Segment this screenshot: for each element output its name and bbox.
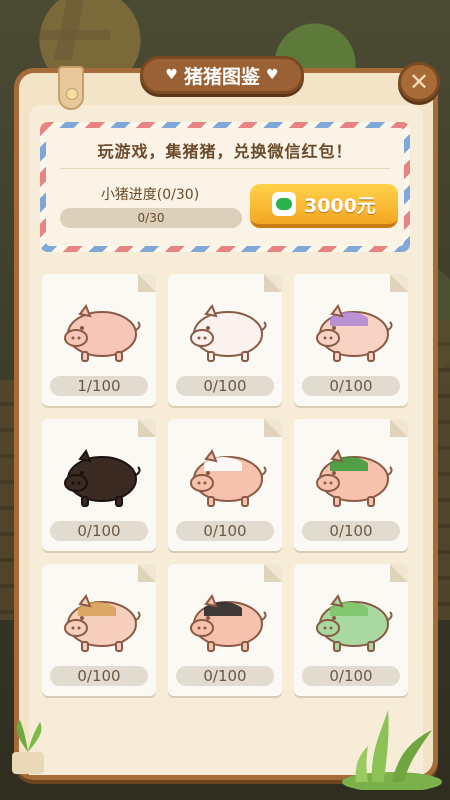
heart-icon: ♥ [165, 67, 178, 83]
cool-sunglasses-pig-icon [190, 593, 267, 652]
black-pig-icon [64, 448, 141, 507]
pig-count: 0/100 [50, 521, 148, 541]
paper-fold [264, 564, 282, 582]
pig-card[interactable]: 0/100 [168, 274, 282, 406]
title-banner: ♥ 猪猪图鉴 ♥ [140, 56, 304, 94]
pig-card[interactable]: 1/100 [42, 274, 156, 406]
pig-count: 0/100 [176, 521, 274, 541]
wechat-reward-button[interactable]: 3000元 [250, 184, 398, 228]
watermelon-pig-icon [316, 448, 393, 507]
promo-envelope: 玩游戏，集猪猪，兑换微信红包！ 小猪进度(0/30) 0/30 3000元 [40, 122, 410, 252]
close-button[interactable]: ✕ [398, 62, 440, 102]
pig-count: 0/100 [302, 376, 400, 396]
divider [60, 168, 390, 169]
pig-card[interactable]: 0/100 [294, 274, 408, 406]
pig-count: 1/100 [50, 376, 148, 396]
pink-pig-icon [64, 303, 141, 362]
fence-rail-decoration [40, 30, 110, 40]
towel-pig-icon [190, 448, 267, 507]
pig-card[interactable]: 0/100 [42, 419, 156, 551]
paper-fold [138, 274, 156, 292]
paper-fold [138, 564, 156, 582]
bookmark-tag-icon [58, 66, 84, 110]
pig-card[interactable]: 0/100 [42, 564, 156, 696]
tag-dot [66, 88, 78, 100]
wechat-icon [272, 192, 297, 216]
pig-count: 0/100 [302, 666, 400, 686]
pig-card[interactable]: 0/100 [294, 564, 408, 696]
paper-fold [264, 419, 282, 437]
pig-card[interactable]: 0/100 [294, 419, 408, 551]
paper-fold [264, 274, 282, 292]
green-gourd-pig-icon [316, 593, 393, 652]
heart-icon: ♥ [266, 67, 279, 83]
page-title: 猪猪图鉴 [183, 65, 260, 88]
paper-fold [138, 419, 156, 437]
progress-text: 0/30 [137, 211, 165, 225]
pig-count: 0/100 [50, 666, 148, 686]
promo-card: 玩游戏，集猪猪，兑换微信红包！ 小猪进度(0/30) 0/30 3000元 [46, 128, 404, 246]
pig-count: 0/100 [302, 521, 400, 541]
white-pig-icon [190, 303, 267, 362]
pig-count: 0/100 [176, 666, 274, 686]
paper-fold [390, 419, 408, 437]
promo-slogan: 玩游戏，集猪猪，兑换微信红包！ [97, 142, 353, 161]
pig-card[interactable]: 0/100 [168, 419, 282, 551]
progress-bar: 0/30 [60, 208, 242, 228]
potted-plant-icon [12, 720, 44, 774]
pig-card[interactable]: 0/100 [168, 564, 282, 696]
reward-amount: 3000元 [304, 194, 376, 217]
paper-fold [390, 274, 408, 292]
toast-pig-icon [64, 593, 141, 652]
progress-label: 小猪进度(0/30) [100, 187, 200, 203]
baby-pig-pacifier-icon [316, 303, 393, 362]
paper-fold [390, 564, 408, 582]
grass-decoration-icon [342, 710, 442, 790]
pig-count: 0/100 [176, 376, 274, 396]
close-icon: ✕ [408, 68, 430, 96]
